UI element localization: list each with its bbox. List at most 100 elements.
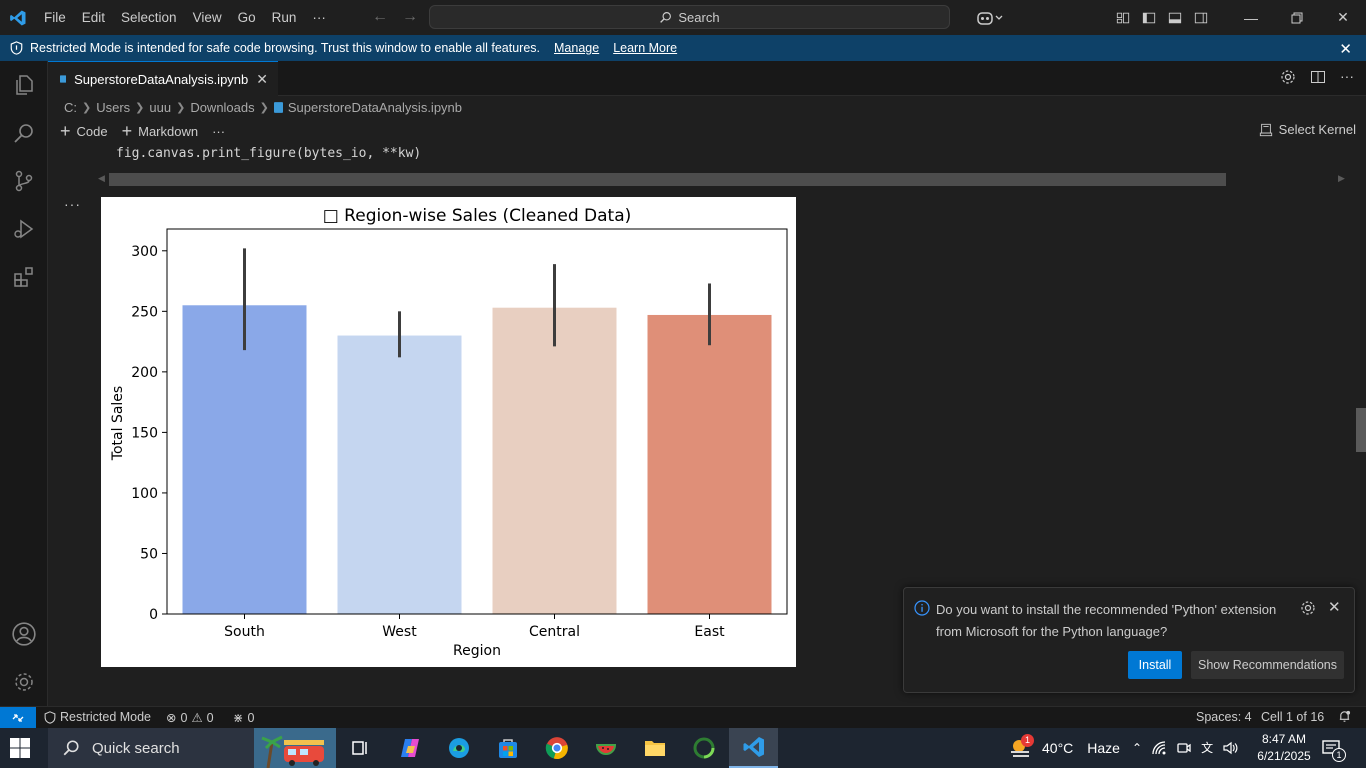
windows-start-icon[interactable] (8, 736, 32, 763)
toggle-primary-sidebar-icon[interactable] (1136, 0, 1162, 35)
vscode-taskbar-icon[interactable] (729, 728, 778, 768)
close-window-button[interactable]: ✕ (1320, 0, 1366, 35)
scroll-left-arrow-icon[interactable]: ◀ (98, 173, 105, 184)
menu-selection[interactable]: Selection (113, 0, 185, 35)
file-explorer-icon[interactable] (632, 728, 678, 768)
chrome-browser-icon[interactable] (534, 728, 580, 768)
menu-run[interactable]: Run (264, 0, 305, 35)
x-tick-label: West (382, 624, 417, 640)
edge-browser-icon[interactable] (436, 728, 482, 768)
breadcrumb-drive[interactable]: C: (64, 100, 77, 115)
minimize-button[interactable]: — (1228, 0, 1274, 35)
notebook-file-icon (60, 75, 67, 83)
tab-superstore-notebook[interactable]: SuperstoreDataAnalysis.ipynb ✕ (48, 61, 278, 96)
input-language-icon[interactable]: 文 (1201, 739, 1213, 756)
temperature: 40°C (1042, 740, 1074, 756)
plus-icon: + (60, 121, 71, 141)
tab-actions: ··· (1280, 69, 1354, 85)
notebook-file-icon (273, 101, 283, 113)
banner-manage-link[interactable]: Manage (554, 41, 599, 55)
notifications-bell-icon[interactable] (1338, 710, 1351, 723)
menu-edit[interactable]: Edit (74, 0, 113, 35)
forward-arrow-icon[interactable]: → (402, 8, 418, 26)
ports-status[interactable]: ⋇ 0 (233, 710, 254, 726)
banner-learn-more-link[interactable]: Learn More (613, 41, 677, 55)
search-icon (63, 740, 79, 756)
menu-file[interactable]: File (36, 0, 74, 35)
shield-icon (10, 41, 23, 55)
breadcrumb-file[interactable]: SuperstoreDataAnalysis.ipynb (288, 100, 462, 115)
microsoft-store-icon[interactable] (485, 728, 531, 768)
volume-icon[interactable] (1222, 740, 1238, 756)
cell-position-status[interactable]: Cell 1 of 16 (1261, 710, 1324, 724)
select-kernel-button[interactable]: Select Kernel (1259, 122, 1356, 137)
show-recommendations-button[interactable]: Show Recommendations (1191, 651, 1344, 679)
status-bar: Restricted Mode ⊗ 0 ⚠ 0 ⋇ 0 Spaces: 4 Ce… (0, 706, 1366, 729)
install-button[interactable]: Install (1128, 651, 1182, 679)
y-tick-label: 200 (131, 365, 158, 381)
customize-layout-icon[interactable] (1110, 0, 1136, 35)
extensions-icon[interactable] (0, 253, 48, 301)
problems-status[interactable]: ⊗ 0 ⚠ 0 (166, 710, 214, 726)
breadcrumb-chevron-icon: ❯ (135, 101, 145, 114)
tab-close-icon[interactable]: ✕ (256, 71, 268, 88)
editor-tab-strip: SuperstoreDataAnalysis.ipynb ✕ ··· (48, 61, 1366, 96)
banner-close-icon[interactable]: ✕ (1339, 40, 1352, 58)
tab-label: SuperstoreDataAnalysis.ipynb (74, 71, 249, 87)
remote-indicator-icon[interactable] (0, 707, 36, 729)
weather-haze-icon: 1 (1008, 734, 1034, 760)
breadcrumb-user[interactable]: uuu (149, 100, 171, 115)
run-debug-icon[interactable] (0, 205, 48, 253)
weather-condition: Haze (1087, 740, 1120, 756)
watermelon-app-icon[interactable] (583, 728, 629, 768)
copilot-icon[interactable] (970, 0, 1010, 35)
chart-title: □ Region-wise Sales (Cleaned Data) (323, 206, 632, 226)
add-markdown-cell-button[interactable]: + Markdown (122, 122, 198, 140)
command-center-search[interactable]: Search (429, 5, 950, 29)
restricted-mode-banner: Restricted Mode is intended for safe cod… (0, 35, 1366, 61)
y-tick-label: 250 (131, 304, 158, 320)
y-tick-label: 300 (131, 244, 158, 260)
task-view-icon[interactable] (337, 728, 383, 768)
broadcast-icon: ⋇ (233, 711, 244, 725)
vertical-scrollbar[interactable] (1356, 408, 1366, 452)
taskbar-clock[interactable]: 8:47 AM 6/21/2025 (1256, 731, 1312, 765)
toast-settings-gear-icon[interactable] (1300, 600, 1316, 616)
menu-go[interactable]: Go (230, 0, 264, 35)
weather-widget[interactable]: 1 40°C Haze (1008, 734, 1120, 760)
toolbar-more-button[interactable]: ··· (212, 124, 225, 139)
copilot-app-icon[interactable] (387, 728, 433, 768)
system-tray: ⌃ 文 (1132, 739, 1238, 756)
horizontal-scrollbar[interactable] (109, 173, 1226, 186)
restricted-mode-status[interactable]: Restricted Mode (44, 710, 151, 724)
back-arrow-icon[interactable]: ← (372, 8, 388, 26)
meet-now-icon[interactable] (1176, 740, 1192, 756)
toast-close-icon[interactable]: ✕ (1328, 598, 1341, 616)
manage-gear-icon[interactable] (0, 658, 48, 706)
toggle-panel-icon[interactable] (1162, 0, 1188, 35)
loading-app-icon[interactable] (681, 728, 727, 768)
search-view-icon[interactable] (0, 109, 48, 157)
split-editor-icon[interactable] (1310, 69, 1326, 85)
tray-overflow-chevron-icon[interactable]: ⌃ (1132, 741, 1142, 755)
activity-bar (0, 61, 48, 706)
y-tick-label: 50 (140, 546, 158, 562)
scroll-right-arrow-icon[interactable]: ▶ (1338, 173, 1345, 184)
output-more-button[interactable]: ··· (64, 196, 81, 212)
wifi-icon[interactable] (1151, 740, 1167, 756)
taskbar-search-box[interactable]: Quick search (48, 728, 336, 768)
breadcrumb-downloads[interactable]: Downloads (190, 100, 254, 115)
accounts-icon[interactable] (0, 610, 48, 658)
restore-button[interactable] (1274, 0, 1320, 35)
notebook-settings-gear-icon[interactable] (1280, 69, 1296, 85)
indentation-status[interactable]: Spaces: 4 (1196, 710, 1252, 724)
toggle-secondary-sidebar-icon[interactable] (1188, 0, 1214, 35)
editor-more-actions-icon[interactable]: ··· (1340, 69, 1354, 85)
menu-more[interactable]: ··· (304, 0, 334, 35)
notification-center-icon[interactable]: 1 (1320, 737, 1346, 762)
breadcrumb-users[interactable]: Users (96, 100, 130, 115)
source-control-icon[interactable] (0, 157, 48, 205)
explorer-icon[interactable] (0, 61, 48, 109)
menu-view[interactable]: View (185, 0, 230, 35)
add-code-cell-button[interactable]: + Code (60, 121, 108, 141)
